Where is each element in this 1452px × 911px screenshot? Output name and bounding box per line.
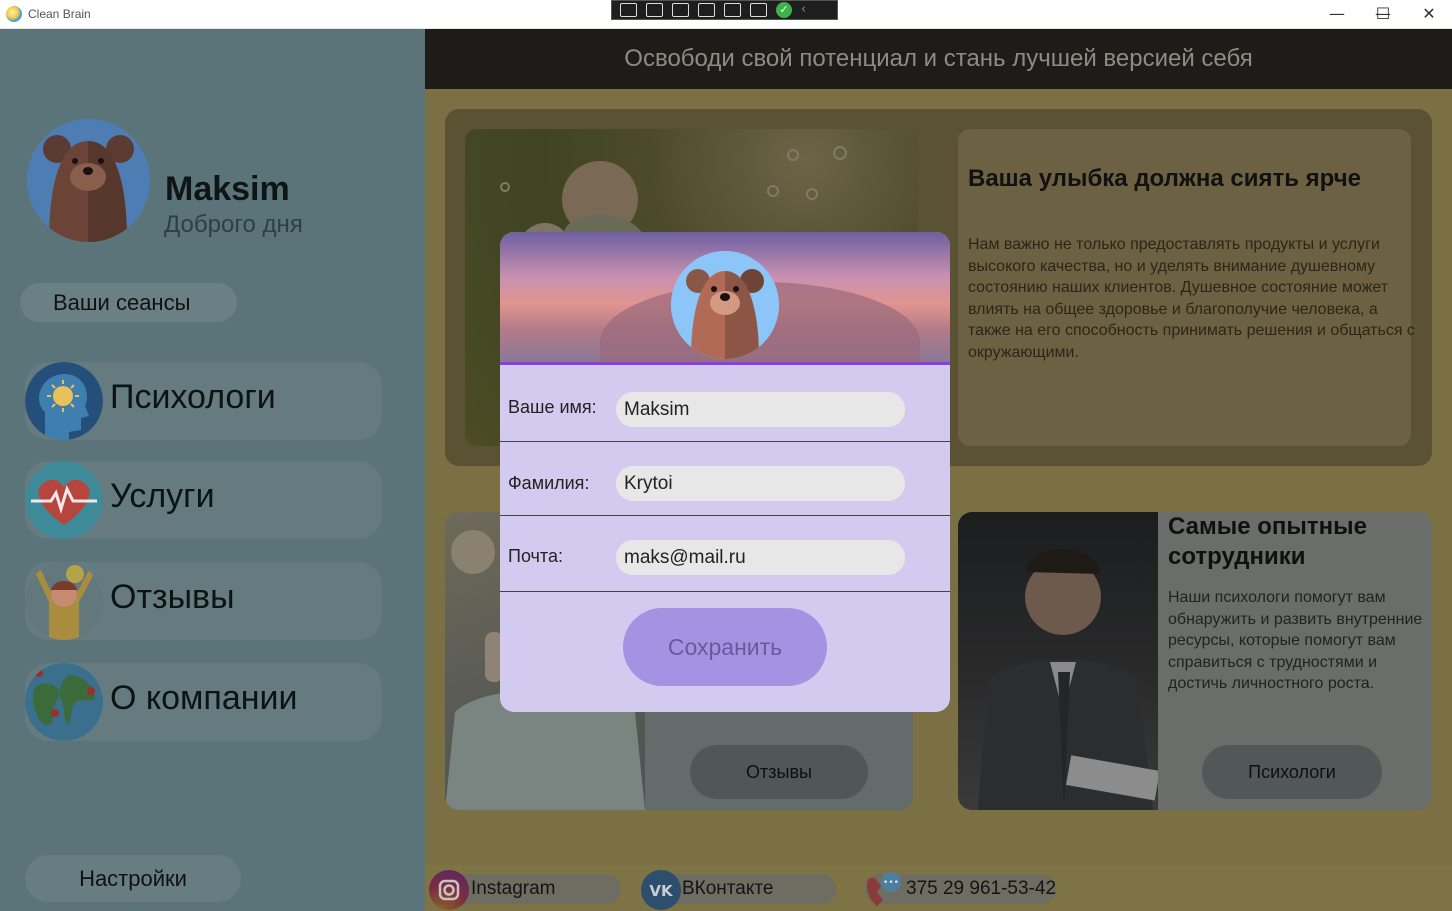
nav-label-reviews: Отзывы — [110, 578, 235, 616]
collapse-chevron-icon[interactable]: ‹ — [801, 3, 811, 17]
smile-text-panel: Ваша улыбка должна сиять ярче Нам важно … — [958, 129, 1415, 446]
settings-button[interactable]: Настройки — [25, 855, 241, 902]
instagram-link[interactable]: Instagram — [429, 870, 621, 910]
display-layout-icon[interactable] — [698, 3, 715, 17]
vk-link[interactable]: VK ВКонтакте — [641, 870, 836, 910]
name-input[interactable] — [616, 392, 905, 427]
experts-card: Самые опытные сотрудники Наши психологи … — [958, 512, 1432, 810]
experts-body: Наши психологи помогут вам обнаружить и … — [1168, 589, 1423, 693]
dialog-banner — [500, 232, 950, 365]
profile-dialog: Ваше имя: Фамилия: Почта: Сохранить — [500, 232, 950, 712]
experts-title: Самые опытные сотрудники — [1168, 513, 1367, 570]
nav-item-reviews[interactable]: Отзывы — [25, 562, 382, 640]
footer: Instagram VK ВКонтакте ••• 375 29 961-53… — [425, 865, 1452, 911]
select-element-icon[interactable] — [672, 3, 689, 17]
maximize-button[interactable]: ☐ — [1360, 4, 1406, 23]
nav-item-about[interactable]: О компании — [25, 663, 382, 741]
surname-input[interactable] — [616, 466, 905, 501]
email-row: Почта: — [500, 516, 950, 592]
smile-body: Нам важно не только предоставлять продук… — [968, 236, 1415, 361]
surname-label: Фамилия: — [508, 473, 590, 493]
phone-label: 375 29 961-53-42 — [906, 878, 1057, 899]
status-ok-icon[interactable]: ✓ — [776, 2, 792, 18]
email-label: Почта: — [508, 546, 563, 566]
nav-label-psychologists: Психологи — [110, 378, 276, 416]
save-button[interactable]: Сохранить — [623, 608, 827, 686]
track-focus-icon[interactable] — [724, 3, 741, 17]
happy-person-icon — [25, 562, 103, 640]
businessman-photo — [958, 512, 1160, 810]
instagram-icon — [429, 870, 469, 910]
surname-row: Фамилия: — [500, 442, 950, 516]
instagram-label: Instagram — [471, 878, 556, 899]
nav-label-about: О компании — [110, 679, 298, 717]
debug-toolbar: ✓ ‹ — [611, 0, 838, 20]
vk-label: ВКонтакте — [682, 878, 774, 899]
user-name: Maksim — [165, 170, 290, 208]
close-button[interactable]: ✕ — [1406, 4, 1452, 23]
title-bar: Clean Brain ✓ ‹ — — [0, 0, 1452, 29]
nav-label-services: Услуги — [110, 477, 215, 515]
email-input[interactable] — [616, 540, 905, 575]
nav-item-psychologists[interactable]: Психологи — [25, 362, 382, 440]
vk-icon: VK — [641, 870, 681, 910]
hot-reload-icon[interactable] — [750, 3, 767, 17]
bear-avatar-icon[interactable] — [27, 119, 150, 242]
reviews-button[interactable]: Отзывы — [690, 745, 868, 799]
app-logo-icon — [6, 6, 22, 22]
window-title: Clean Brain — [28, 7, 91, 21]
name-row: Ваше имя: — [500, 368, 950, 442]
nav-item-services[interactable]: Услуги — [25, 461, 382, 539]
greeting-text: Доброго дня — [164, 211, 303, 238]
name-label: Ваше имя: — [508, 397, 597, 417]
svg-text:•••: ••• — [883, 878, 899, 888]
sessions-button[interactable]: Ваши сеансы — [20, 283, 237, 322]
minimize-button-2[interactable]: — — [1314, 4, 1360, 23]
heart-pulse-icon — [25, 461, 103, 539]
live-tree-icon[interactable] — [620, 3, 637, 17]
phone-chat-icon: ••• — [863, 870, 903, 910]
svg-text:VK: VK — [649, 882, 674, 900]
record-icon[interactable] — [646, 3, 663, 17]
psychologists-button[interactable]: Психологи — [1202, 745, 1382, 799]
smile-title: Ваша улыбка должна сиять ярче — [968, 165, 1362, 192]
page-header: Освободи свой потенциал и стань лучшей в… — [425, 29, 1452, 89]
globe-pins-icon — [25, 663, 103, 741]
bear-avatar-icon[interactable] — [671, 251, 779, 359]
brain-head-icon — [25, 362, 103, 440]
phone-link[interactable]: ••• 375 29 961-53-42 — [865, 872, 1057, 906]
sidebar: Maksim Доброго дня Ваши сеансы Психологи — [0, 29, 425, 911]
